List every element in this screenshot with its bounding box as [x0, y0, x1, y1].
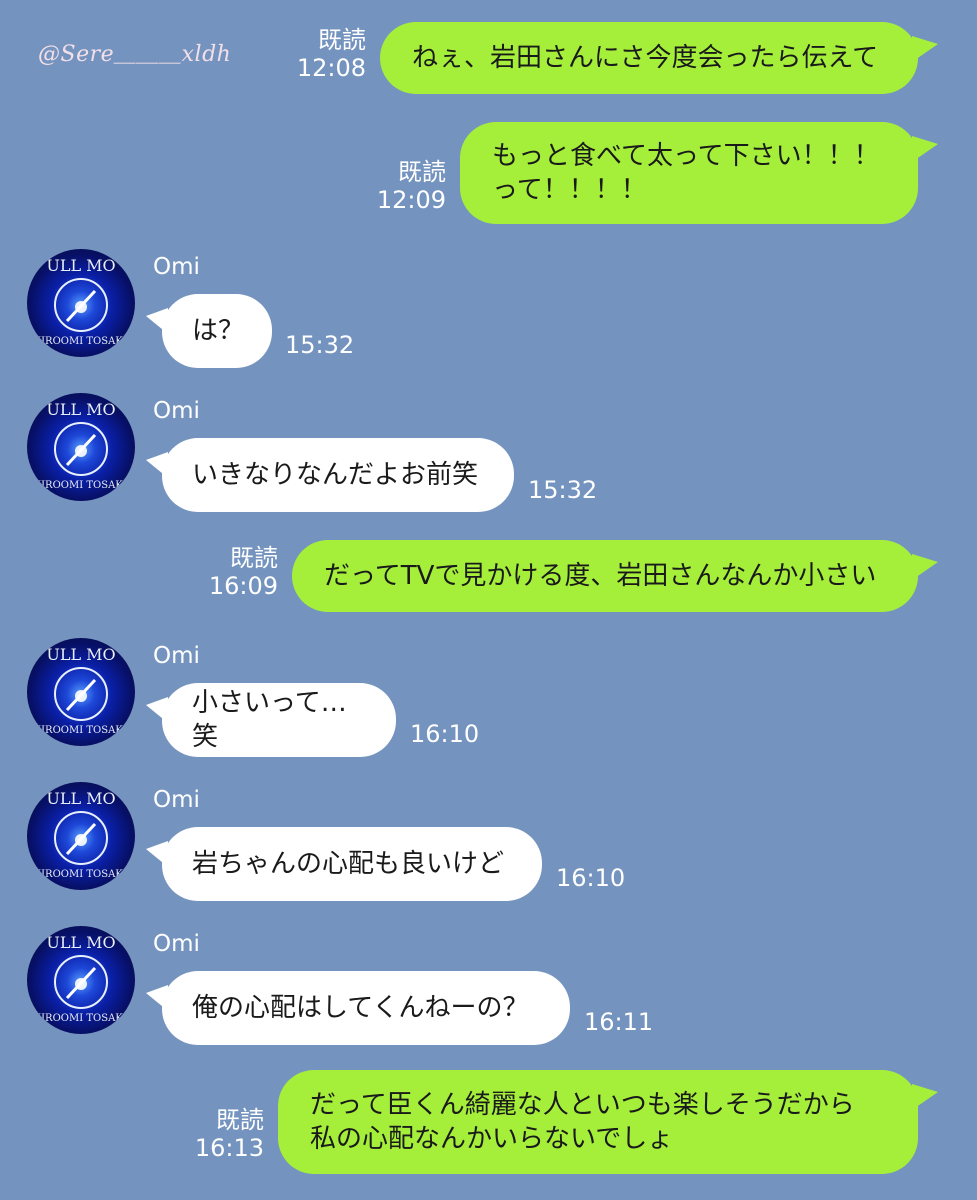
message-text: だってTVで見かける度、岩田さんなんか小さい	[324, 561, 877, 591]
message-time: 16:10	[410, 720, 480, 748]
moon-logo-icon: ULL MO HIROOMI TOSAKA	[32, 256, 130, 347]
message-text: もっと食べて太って下さい！！！ って！！！！	[492, 141, 880, 205]
contact-avatar[interactable]: ULL MO HIROOMI TOSAKA	[27, 249, 135, 357]
contact-avatar[interactable]: ULL MO HIROOMI TOSAKA	[27, 782, 135, 890]
bubble-tail	[146, 452, 168, 478]
read-receipt: 既読 16:13	[194, 1106, 264, 1162]
read-receipt: 既読 12:09	[376, 158, 446, 214]
message-time: 16:11	[584, 1008, 654, 1036]
outgoing-message-bubble[interactable]: だってTVで見かける度、岩田さんなんか小さい	[292, 540, 918, 612]
sender-name: Omi	[153, 931, 200, 957]
message-time: 16:10	[556, 864, 626, 892]
incoming-message-bubble[interactable]: 俺の心配はしてくんねーの？	[162, 971, 570, 1045]
svg-text:HIROOMI TOSAKA: HIROOMI TOSAKA	[32, 869, 130, 880]
outgoing-message-bubble[interactable]: だって臣くん綺麗な人といつも楽しそうだから 私の心配なんかいらないでしょ	[278, 1070, 918, 1174]
message-time: 12:09	[376, 186, 446, 214]
sender-name: Omi	[153, 787, 200, 813]
contact-avatar[interactable]: ULL MO HIROOMI TOSAKA	[27, 926, 135, 1034]
message-time: 15:32	[285, 331, 355, 359]
bubble-tail	[912, 136, 938, 162]
outgoing-message-bubble[interactable]: もっと食べて太って下さい！！！ って！！！！	[460, 122, 918, 224]
svg-text:ULL MO: ULL MO	[46, 256, 115, 275]
incoming-message-bubble[interactable]: 岩ちゃんの心配も良いけど	[162, 827, 542, 901]
moon-logo-icon: ULL MO HIROOMI TOSAKA	[32, 400, 130, 491]
message-text: は？	[192, 316, 245, 346]
sender-name: Omi	[153, 254, 200, 280]
svg-text:ULL MO: ULL MO	[46, 789, 115, 808]
message-text: ねぇ、岩田さんにさ今度会ったら伝えて	[412, 43, 879, 73]
read-label: 既読	[216, 1106, 264, 1134]
svg-text:HIROOMI TOSAKA: HIROOMI TOSAKA	[32, 1013, 130, 1024]
message-time: 16:09	[208, 572, 278, 600]
bubble-tail	[146, 841, 168, 867]
sender-name: Omi	[153, 398, 200, 424]
read-receipt: 既読 16:09	[208, 544, 278, 600]
bubble-tail	[146, 697, 168, 723]
svg-text:HIROOMI TOSAKA: HIROOMI TOSAKA	[32, 480, 130, 491]
svg-text:ULL MO: ULL MO	[46, 400, 115, 419]
message-text: 岩ちゃんの心配も良いけど	[192, 849, 505, 879]
read-label: 既読	[398, 158, 446, 186]
message-time: 12:08	[296, 54, 366, 82]
moon-logo-icon: ULL MO HIROOMI TOSAKA	[32, 789, 130, 880]
message-text: 小さいって…笑	[192, 688, 347, 752]
read-label: 既読	[318, 26, 366, 54]
message-time: 15:32	[528, 476, 598, 504]
moon-logo-icon: ULL MO HIROOMI TOSAKA	[32, 933, 130, 1024]
read-receipt: 既読 12:08	[296, 26, 366, 82]
svg-text:HIROOMI TOSAKA: HIROOMI TOSAKA	[32, 725, 130, 736]
incoming-message-bubble[interactable]: 小さいって…笑	[162, 683, 396, 757]
incoming-message-bubble[interactable]: いきなりなんだよお前笑	[162, 438, 514, 512]
svg-text:HIROOMI TOSAKA: HIROOMI TOSAKA	[32, 336, 130, 347]
message-text: だって臣くん綺麗な人といつも楽しそうだから 私の心配なんかいらないでしょ	[310, 1090, 855, 1154]
bubble-tail	[912, 1084, 938, 1110]
contact-avatar[interactable]: ULL MO HIROOMI TOSAKA	[27, 638, 135, 746]
watermark-text: @Sere＿＿＿xldh	[38, 42, 232, 67]
contact-avatar[interactable]: ULL MO HIROOMI TOSAKA	[27, 393, 135, 501]
incoming-message-bubble[interactable]: は？	[162, 294, 272, 368]
bubble-tail	[146, 308, 168, 334]
bubble-tail	[912, 554, 938, 580]
message-text: 俺の心配はしてくんねーの？	[192, 993, 529, 1023]
moon-logo-icon: ULL MO HIROOMI TOSAKA	[32, 645, 130, 736]
bubble-tail	[912, 36, 938, 62]
outgoing-message-bubble[interactable]: ねぇ、岩田さんにさ今度会ったら伝えて	[380, 22, 918, 94]
message-text: いきなりなんだよお前笑	[192, 460, 479, 490]
read-label: 既読	[230, 544, 278, 572]
svg-text:ULL MO: ULL MO	[46, 933, 115, 952]
sender-name: Omi	[153, 643, 200, 669]
svg-text:ULL MO: ULL MO	[46, 645, 115, 664]
message-time: 16:13	[194, 1134, 264, 1162]
bubble-tail	[146, 985, 168, 1011]
